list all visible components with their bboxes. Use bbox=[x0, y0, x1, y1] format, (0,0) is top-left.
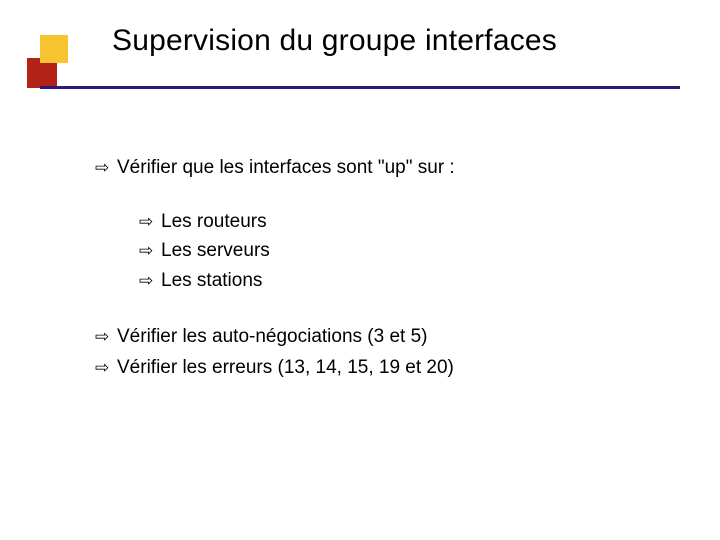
bullet-level1: ⇨ Vérifier les auto-négociations (3 et 5… bbox=[95, 324, 655, 350]
bullet-text: Les serveurs bbox=[161, 238, 655, 264]
bullet-text: Vérifier les auto-négociations (3 et 5) bbox=[117, 324, 655, 350]
sub-bullet-group: ⇨ Les routeurs ⇨ Les serveurs ⇨ Les stat… bbox=[139, 209, 655, 294]
bullet-text: Vérifier que les interfaces sont "up" su… bbox=[117, 155, 655, 181]
accent-square-yellow bbox=[40, 35, 68, 63]
bullet-level2: ⇨ Les serveurs bbox=[139, 238, 655, 264]
bullet-text: Vérifier les erreurs (13, 14, 15, 19 et … bbox=[117, 355, 655, 381]
arrow-icon: ⇨ bbox=[95, 355, 117, 381]
horizontal-rule bbox=[40, 86, 680, 89]
slide-body: ⇨ Vérifier que les interfaces sont "up" … bbox=[95, 155, 655, 387]
slide-title: Supervision du groupe interfaces bbox=[112, 24, 557, 58]
bullet-level2: ⇨ Les stations bbox=[139, 268, 655, 294]
bullet-block: ⇨ Vérifier les auto-négociations (3 et 5… bbox=[95, 324, 655, 381]
arrow-icon: ⇨ bbox=[95, 324, 117, 350]
arrow-icon: ⇨ bbox=[139, 209, 161, 235]
bullet-level2: ⇨ Les routeurs bbox=[139, 209, 655, 235]
arrow-icon: ⇨ bbox=[139, 238, 161, 264]
bullet-text: Les routeurs bbox=[161, 209, 655, 235]
bullet-text: Les stations bbox=[161, 268, 655, 294]
bullet-level1: ⇨ Vérifier les erreurs (13, 14, 15, 19 e… bbox=[95, 355, 655, 381]
slide: Supervision du groupe interfaces ⇨ Vérif… bbox=[0, 0, 720, 540]
bullet-level1: ⇨ Vérifier que les interfaces sont "up" … bbox=[95, 155, 655, 181]
arrow-icon: ⇨ bbox=[139, 268, 161, 294]
arrow-icon: ⇨ bbox=[95, 155, 117, 181]
